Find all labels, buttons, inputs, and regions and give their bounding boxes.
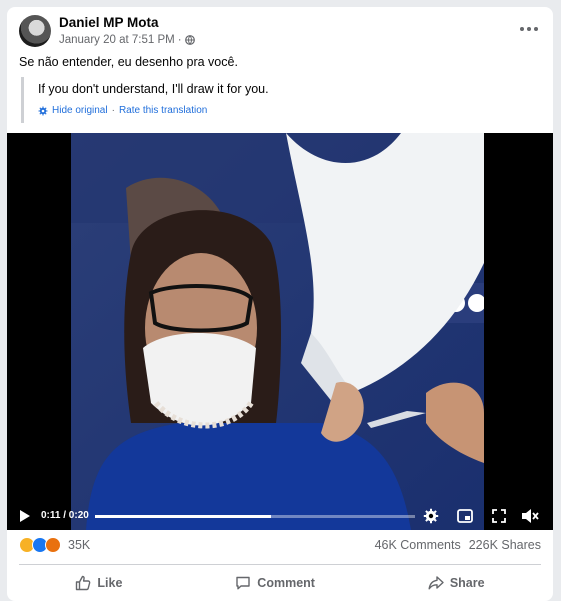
gear-icon [38, 106, 48, 115]
dot-icon [534, 27, 538, 31]
translated-text: If you don't understand, I'll draw it fo… [38, 82, 269, 96]
fullscreen-icon[interactable] [492, 509, 506, 523]
engagement-counts: 46K Comments 226K Shares [375, 538, 541, 552]
divider [19, 564, 541, 565]
post-header: Daniel MP Mota January 20 at 7:51 PM · [19, 15, 541, 55]
video-time: 0:11 / 0:20 [41, 510, 89, 521]
link-separator: · [111, 105, 115, 116]
dot-icon [520, 27, 524, 31]
play-icon[interactable] [19, 509, 31, 523]
video-progress-fill [95, 515, 271, 518]
comment-icon [236, 576, 250, 590]
comments-count[interactable]: 46K Comments [375, 538, 461, 552]
video-controls: 0:11 / 0:20 [7, 502, 553, 530]
comment-button[interactable]: Comment [215, 569, 335, 597]
video-player[interactable]: 0:11 / 0:20 [7, 133, 553, 530]
dot-icon [527, 27, 531, 31]
post-card: Daniel MP Mota January 20 at 7:51 PM · S… [7, 7, 553, 601]
post-text: Se não entender, eu desenho pra você. [19, 55, 238, 69]
post-meta: January 20 at 7:51 PM · [59, 34, 195, 46]
settings-icon[interactable] [423, 508, 439, 524]
post-timestamp[interactable]: January 20 at 7:51 PM [59, 34, 175, 46]
translation-links: Hide original · Rate this translation [38, 105, 541, 116]
hide-original-link[interactable]: Hide original [52, 105, 108, 116]
angry-reaction-icon [45, 537, 61, 553]
reaction-summary[interactable]: 35K [19, 537, 90, 553]
more-options-button[interactable] [517, 21, 541, 37]
video-frame[interactable] [71, 133, 484, 530]
rate-translation-link[interactable]: Rate this translation [119, 105, 207, 116]
like-label: Like [97, 576, 123, 590]
video-still-image [71, 133, 484, 530]
translation-block: If you don't understand, I'll draw it fo… [21, 77, 541, 123]
shares-count[interactable]: 226K Shares [469, 538, 541, 552]
share-label: Share [449, 576, 485, 590]
comment-label: Comment [257, 576, 315, 590]
thumbs-up-icon [76, 575, 91, 591]
reaction-count[interactable]: 35K [68, 538, 90, 552]
mute-icon[interactable] [521, 508, 539, 524]
like-button[interactable]: Like [55, 569, 142, 597]
post-actions: Like Comment Share [19, 567, 541, 599]
post-stats: 35K 46K Comments 226K Shares [19, 534, 541, 556]
globe-icon [184, 35, 195, 45]
video-progress-bar[interactable] [95, 515, 415, 518]
picture-in-picture-icon[interactable] [457, 509, 473, 523]
share-icon [428, 576, 444, 590]
author-name[interactable]: Daniel MP Mota [59, 15, 159, 30]
avatar[interactable] [19, 15, 51, 47]
share-button[interactable]: Share [408, 569, 505, 597]
